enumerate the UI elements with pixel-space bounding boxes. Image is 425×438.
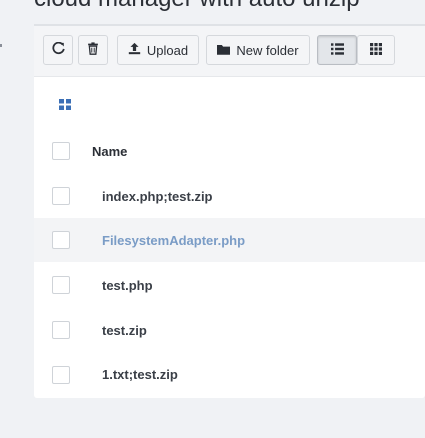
new-folder-label: New folder — [236, 42, 299, 58]
delete-button[interactable] — [78, 35, 108, 65]
row-checkbox[interactable] — [52, 321, 70, 339]
row-checkbox[interactable] — [52, 366, 70, 384]
row-checkbox[interactable] — [52, 231, 70, 249]
refresh-icon — [51, 41, 65, 58]
file-name[interactable]: FilesystemAdapter.php — [102, 233, 245, 248]
select-all-checkbox[interactable] — [52, 142, 70, 160]
upload-button[interactable]: Upload — [117, 35, 199, 65]
refresh-button[interactable] — [43, 35, 73, 65]
grid-view-button[interactable] — [357, 35, 395, 65]
folder-icon — [217, 43, 231, 58]
table-row[interactable]: index.php;test.zip — [34, 174, 425, 218]
grid-icon — [370, 42, 382, 58]
table-row[interactable]: test.zip — [34, 307, 425, 351]
new-folder-button[interactable]: New folder — [206, 35, 310, 65]
table-row[interactable]: test.php — [34, 262, 425, 306]
file-manager-panel: Upload New folder Name index.php;test.zi… — [34, 26, 425, 398]
page-title: cloud manager with auto unzip — [34, 0, 360, 13]
table-row[interactable]: 1.txt;test.zip — [34, 352, 425, 396]
toolbar: Upload New folder — [34, 26, 425, 77]
file-name[interactable]: test.zip — [102, 323, 147, 338]
list-view-button[interactable] — [317, 35, 357, 65]
upload-label: Upload — [146, 42, 189, 58]
trash-icon — [87, 42, 99, 58]
left-sidebar-edge — [0, 0, 18, 438]
file-name[interactable]: 1.txt;test.zip — [102, 367, 178, 382]
sidebar-marker — [0, 44, 2, 47]
file-name[interactable]: test.php — [102, 278, 153, 293]
thumbnail-toggle-icon[interactable] — [59, 97, 71, 115]
row-checkbox[interactable] — [52, 276, 70, 294]
file-name[interactable]: index.php;test.zip — [102, 189, 213, 204]
name-column-header[interactable]: Name — [92, 144, 127, 159]
upload-icon — [128, 42, 141, 58]
table-row[interactable]: FilesystemAdapter.php — [34, 218, 425, 262]
list-icon — [330, 42, 344, 58]
row-checkbox[interactable] — [52, 187, 70, 205]
